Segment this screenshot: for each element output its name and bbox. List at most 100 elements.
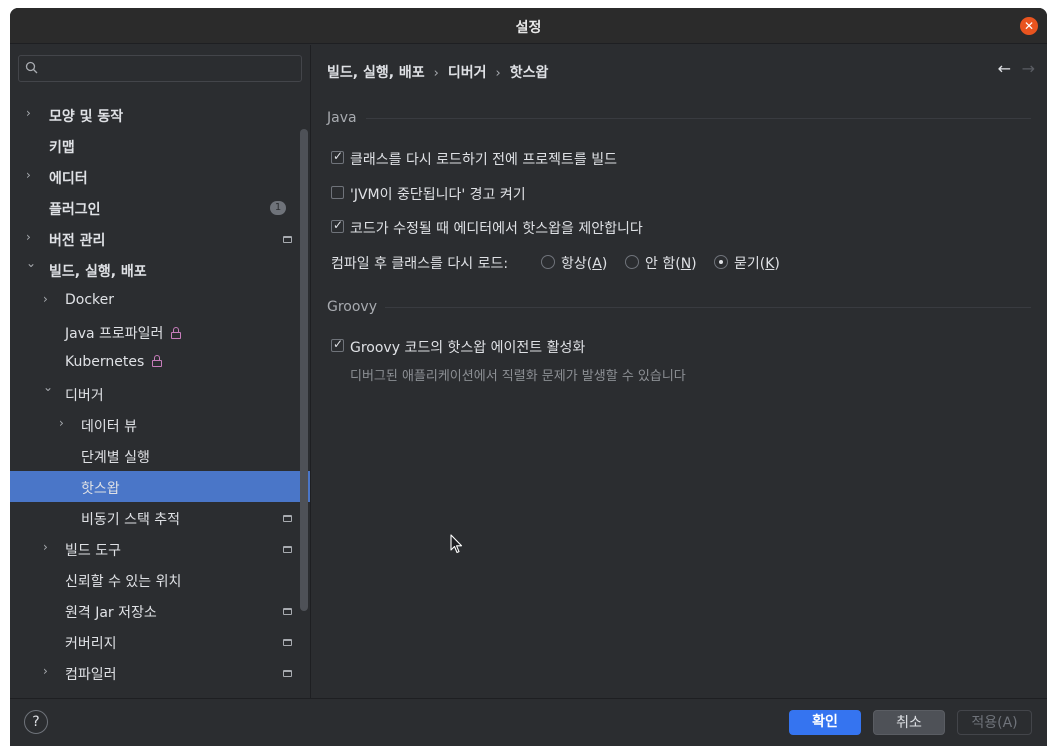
sidebar-item[interactable]: ⌄ 빌드, 실행, 배포 bbox=[10, 254, 310, 285]
dialog-footer: ? 확인 취소 적용(A) bbox=[10, 698, 1047, 746]
sidebar-item-label: 빌드 도구 bbox=[65, 543, 121, 559]
sidebar-item[interactable]: 커버리지 bbox=[10, 626, 310, 657]
dialog-title: 설정 bbox=[515, 20, 542, 36]
sidebar-item[interactable]: › 에디터 bbox=[10, 161, 310, 192]
sidebar-item[interactable]: › 빌드 도구 bbox=[10, 533, 310, 564]
breadcrumb-build[interactable]: 빌드, 실행, 배포 bbox=[327, 65, 425, 81]
close-button[interactable]: ✕ bbox=[1020, 17, 1038, 35]
sidebar-item-label: 빌드, 실행, 배포 bbox=[49, 264, 147, 280]
sidebar-item-label: 신뢰할 수 있는 위치 bbox=[65, 574, 182, 590]
sidebar-item[interactable]: ⌄ 디버거 bbox=[10, 378, 310, 409]
reload-always-label[interactable]: 항상(A) bbox=[561, 253, 607, 273]
reload-never-prefix: 안 함( bbox=[645, 256, 681, 272]
reload-never-label[interactable]: 안 함(N) bbox=[645, 253, 697, 273]
build-before-reload-checkbox[interactable] bbox=[331, 149, 344, 164]
sidebar-item[interactable]: › 컴파일러 bbox=[10, 657, 310, 688]
chevron-right-icon[interactable]: › bbox=[26, 231, 36, 243]
reload-always-mnemonic: A bbox=[592, 256, 602, 272]
sidebar-item-label: 키맵 bbox=[49, 140, 75, 156]
chevron-down-icon[interactable]: ⌄ bbox=[43, 381, 53, 393]
sidebar-item-label: Java 프로파일러 bbox=[65, 323, 182, 343]
sidebar-item[interactable]: › 모양 및 동작 bbox=[10, 99, 310, 130]
breadcrumb-separator: › bbox=[433, 66, 439, 81]
sidebar-item-label: 데이터 뷰 bbox=[81, 419, 137, 435]
chevron-right-icon[interactable]: › bbox=[43, 293, 53, 305]
chevron-down-icon[interactable]: ⌄ bbox=[26, 257, 36, 269]
java-group-title: Java bbox=[327, 110, 357, 126]
groovy-hotswap-agent-label: Groovy 코드의 핫스왑 에이전트 활성화 bbox=[350, 340, 586, 356]
sidebar-item-label: 원격 Jar 저장소 bbox=[65, 605, 157, 621]
forward-arrow-icon[interactable]: → bbox=[1022, 59, 1035, 78]
chevron-right-icon[interactable]: › bbox=[26, 169, 36, 181]
reload-always-suffix: ) bbox=[601, 256, 608, 272]
sidebar-item[interactable]: › 버전 관리 bbox=[10, 223, 310, 254]
sidebar-item-label: 비동기 스택 추적 bbox=[81, 512, 181, 528]
sidebar-item[interactable]: Kubernetes bbox=[10, 347, 310, 378]
settings-search[interactable] bbox=[18, 55, 302, 82]
settings-dialog: 설정 ✕ › 모양 및 동작키맵 › 에디터플러그인 1 › 버전 관리 ⌄ 빌드, 실행, 배… bbox=[10, 8, 1047, 746]
sidebar-item-label: 모양 및 동작 bbox=[49, 109, 124, 125]
title-bar: 설정 ✕ bbox=[10, 8, 1047, 44]
reload-ask-suffix: ) bbox=[774, 256, 780, 272]
sidebar-item[interactable]: 핫스왑 bbox=[10, 471, 310, 502]
sidebar-item-label: 플러그인 bbox=[49, 202, 101, 218]
chevron-right-icon[interactable]: › bbox=[59, 417, 69, 429]
jvm-pause-warning-checkbox[interactable] bbox=[331, 186, 344, 199]
reload-always-prefix: 항상( bbox=[561, 256, 593, 272]
update-count-badge: 1 bbox=[270, 201, 286, 215]
settings-sidebar: › 모양 및 동작키맵 › 에디터플러그인 1 › 버전 관리 ⌄ 빌드, 실행, 배포 › Doc… bbox=[10, 45, 310, 698]
groovy-group-title: Groovy bbox=[327, 299, 377, 315]
sidebar-item-label: 버전 관리 bbox=[49, 233, 106, 249]
sidebar-item[interactable]: 필스 플러그인 bbox=[10, 688, 310, 698]
help-button[interactable]: ? bbox=[24, 710, 48, 734]
sidebar-scrollbar[interactable] bbox=[300, 129, 308, 611]
mouse-cursor-icon bbox=[450, 534, 463, 554]
chevron-right-icon[interactable]: › bbox=[43, 665, 53, 677]
java-group-divider bbox=[366, 118, 1031, 119]
ok-button[interactable]: 확인 bbox=[789, 710, 861, 735]
breadcrumb-separator: › bbox=[495, 66, 501, 81]
sidebar-item[interactable]: 원격 Jar 저장소 bbox=[10, 595, 310, 626]
project-level-icon bbox=[283, 670, 292, 677]
hotswap-settings-panel: 빌드, 실행, 배포 › 디버거 › 핫스왑 ← → Java 클래스를 다시 로드하기… bbox=[311, 45, 1047, 698]
sidebar-item-label: 핫스왑 bbox=[81, 481, 120, 497]
reload-never-suffix: ) bbox=[691, 256, 697, 272]
sidebar-item[interactable]: 키맵 bbox=[10, 130, 310, 161]
jvm-pause-warning-label: 'JVM이 중단됩니다' 경고 켜기 bbox=[350, 187, 526, 203]
cancel-button[interactable]: 취소 bbox=[873, 710, 945, 735]
suggest-hotswap-checkbox[interactable] bbox=[331, 218, 344, 233]
breadcrumb-debugger[interactable]: 디버거 bbox=[448, 65, 487, 81]
sidebar-item[interactable]: › 데이터 뷰 bbox=[10, 409, 310, 440]
reload-never-radio[interactable] bbox=[625, 255, 639, 269]
sidebar-item[interactable]: › Docker bbox=[10, 285, 310, 316]
sidebar-item-label: Kubernetes bbox=[65, 354, 163, 370]
sidebar-item-label: 디버거 bbox=[65, 388, 104, 404]
reload-ask-radio[interactable] bbox=[714, 255, 728, 269]
apply-button[interactable]: 적용(A) bbox=[957, 710, 1032, 735]
search-input[interactable] bbox=[45, 59, 295, 79]
suggest-hotswap-label: 코드가 수정될 때 에디터에서 핫스왑을 제안합니다 bbox=[350, 221, 643, 237]
reload-ask-label[interactable]: 묻기(K) bbox=[734, 253, 780, 273]
project-level-icon bbox=[283, 639, 292, 646]
sidebar-item[interactable]: 단계별 실행 bbox=[10, 440, 310, 471]
lock-icon bbox=[171, 327, 182, 339]
sidebar-item-label: Docker bbox=[65, 292, 115, 308]
project-level-icon bbox=[283, 515, 292, 522]
sidebar-item[interactable]: 비동기 스택 추적 bbox=[10, 502, 310, 533]
sidebar-item-label: 컴파일러 bbox=[65, 667, 117, 683]
chevron-right-icon[interactable]: › bbox=[43, 541, 53, 553]
sidebar-item-label: 단계별 실행 bbox=[81, 450, 150, 466]
lock-icon bbox=[152, 355, 163, 367]
search-icon bbox=[25, 61, 38, 74]
reload-never-mnemonic: N bbox=[680, 256, 692, 272]
groovy-hotswap-agent-checkbox[interactable] bbox=[331, 337, 344, 352]
sidebar-item[interactable]: Java 프로파일러 bbox=[10, 316, 310, 347]
reload-ask-prefix: 묻기( bbox=[734, 256, 766, 272]
reload-always-radio[interactable] bbox=[541, 255, 555, 269]
chevron-right-icon[interactable]: › bbox=[26, 107, 36, 119]
sidebar-item[interactable]: 신뢰할 수 있는 위치 bbox=[10, 564, 310, 595]
project-level-icon bbox=[283, 608, 292, 615]
sidebar-item[interactable]: 플러그인 1 bbox=[10, 192, 310, 223]
sidebar-item-label: 에디터 bbox=[49, 171, 88, 187]
back-arrow-icon[interactable]: ← bbox=[998, 59, 1011, 78]
